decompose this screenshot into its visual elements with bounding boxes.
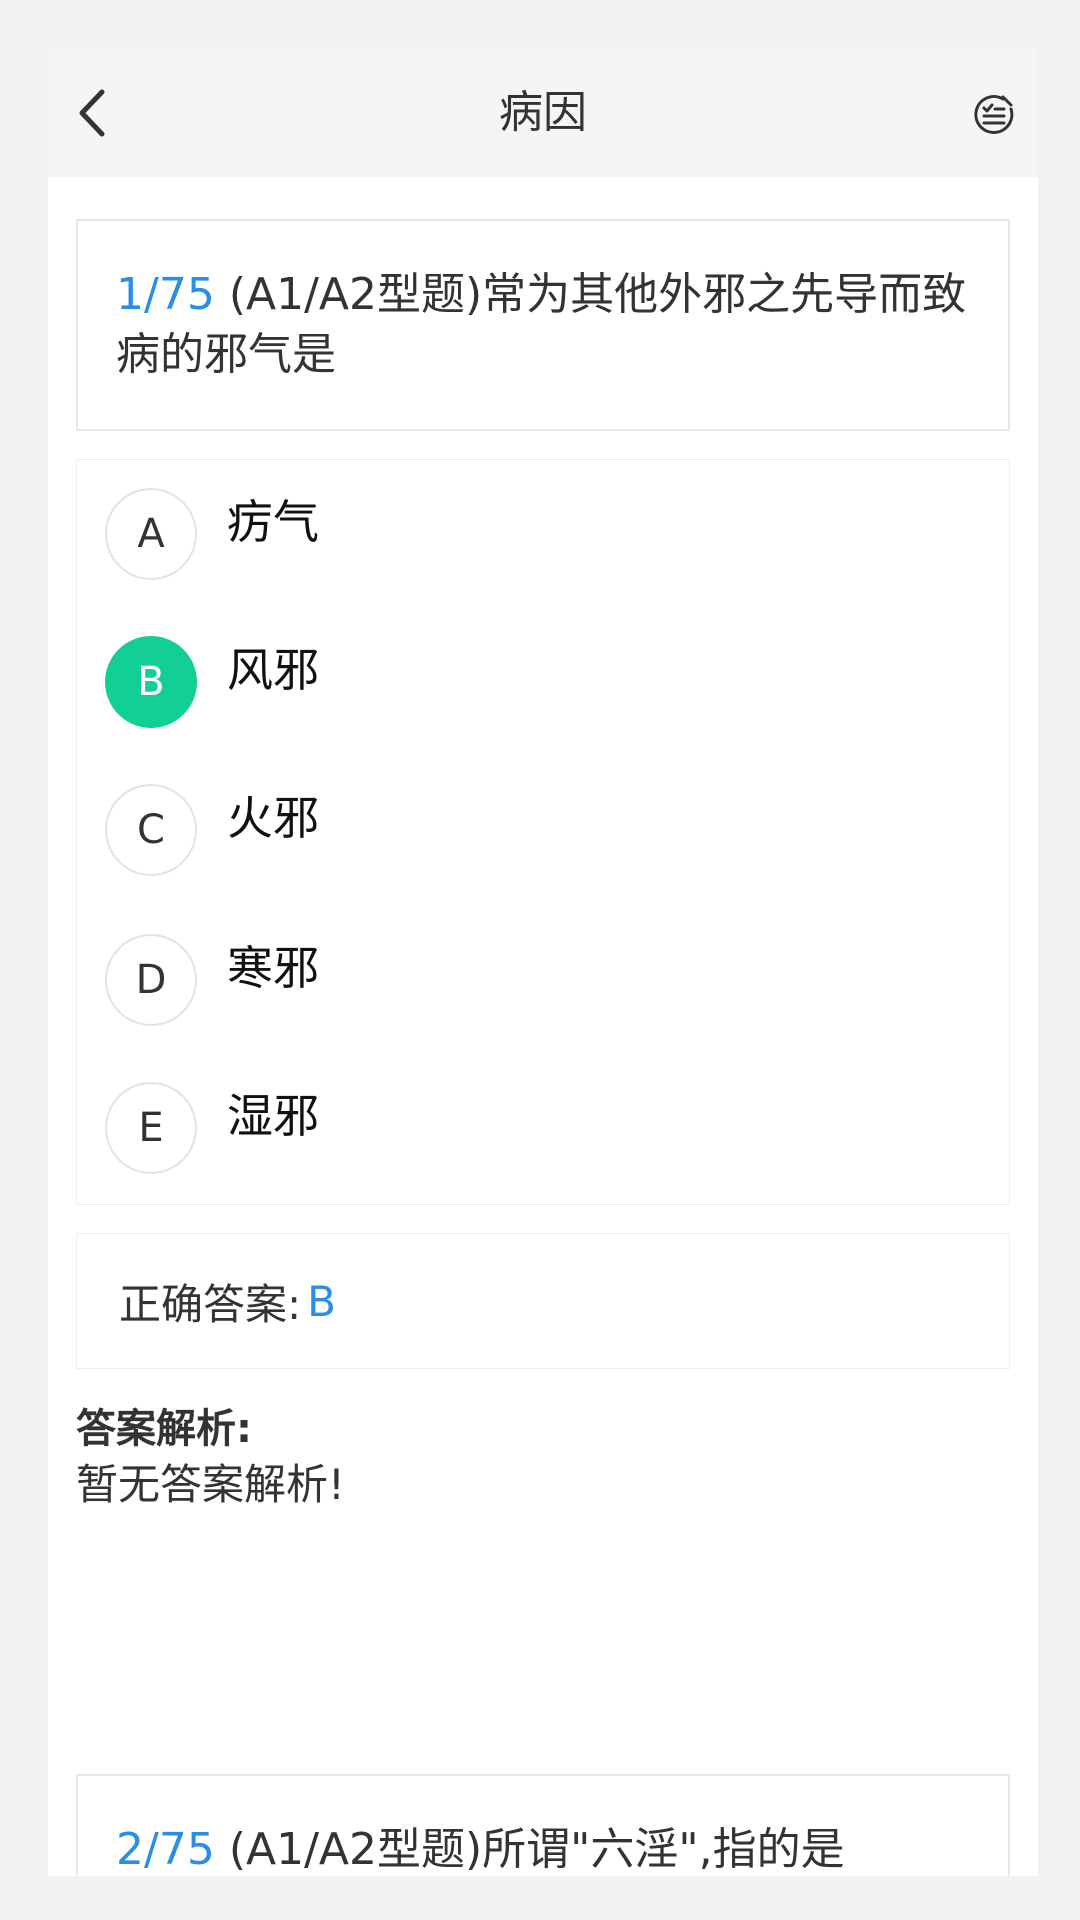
option-d[interactable]: D 寒邪	[105, 934, 985, 1028]
correct-answer-value: B	[307, 1276, 336, 1326]
question-text: (A1/A2型题)所谓"六淫",指的是	[228, 1824, 845, 1875]
screen: 病因 1/75 (A1/A2型题)常为其他外邪之先导而致病的邪气是 A 疠气 B…	[48, 48, 1038, 1876]
analysis-title: 答案解析:	[76, 1406, 252, 1452]
chevron-left-icon	[79, 89, 105, 137]
back-button[interactable]	[68, 83, 116, 143]
correct-answer-label: 正确答案:	[119, 1279, 302, 1329]
answer-analysis: 答案解析: 暂无答案解析!	[76, 1402, 1010, 1514]
question-number: 1/75	[116, 269, 215, 320]
options-list: A 疠气 B 风邪 C 火邪 D 寒邪 E 湿邪	[76, 459, 1010, 1205]
option-letter-circle: B	[105, 636, 197, 728]
option-e[interactable]: E 湿邪	[105, 1082, 985, 1176]
answer-sheet-button[interactable]	[970, 90, 1018, 138]
option-b[interactable]: B 风邪	[105, 636, 985, 730]
question-text: (A1/A2型题)常为其他外邪之先导而致病的邪气是	[116, 269, 967, 380]
question-card-1: 1/75 (A1/A2型题)常为其他外邪之先导而致病的邪气是	[76, 219, 1010, 431]
option-letter-circle: D	[105, 934, 197, 1026]
correct-answer-box: 正确答案: B	[76, 1233, 1010, 1369]
question-number: 2/75	[116, 1824, 215, 1875]
page-title: 病因	[499, 87, 587, 138]
analysis-text: 暂无答案解析!	[76, 1460, 345, 1509]
question-card-2: 2/75 (A1/A2型题)所谓"六淫",指的是	[76, 1774, 1010, 1876]
option-letter-circle: C	[105, 784, 197, 876]
option-a[interactable]: A 疠气	[105, 488, 985, 582]
option-letter-circle: E	[105, 1082, 197, 1174]
option-letter-circle: A	[105, 488, 197, 580]
option-text: 风邪	[227, 643, 319, 697]
option-c[interactable]: C 火邪	[105, 784, 985, 878]
top-bar: 病因	[48, 48, 1038, 177]
checklist-icon	[974, 95, 1014, 134]
option-text: 火邪	[227, 791, 319, 845]
option-text: 疠气	[227, 495, 319, 549]
option-text: 湿邪	[227, 1089, 319, 1143]
option-text: 寒邪	[227, 941, 319, 995]
